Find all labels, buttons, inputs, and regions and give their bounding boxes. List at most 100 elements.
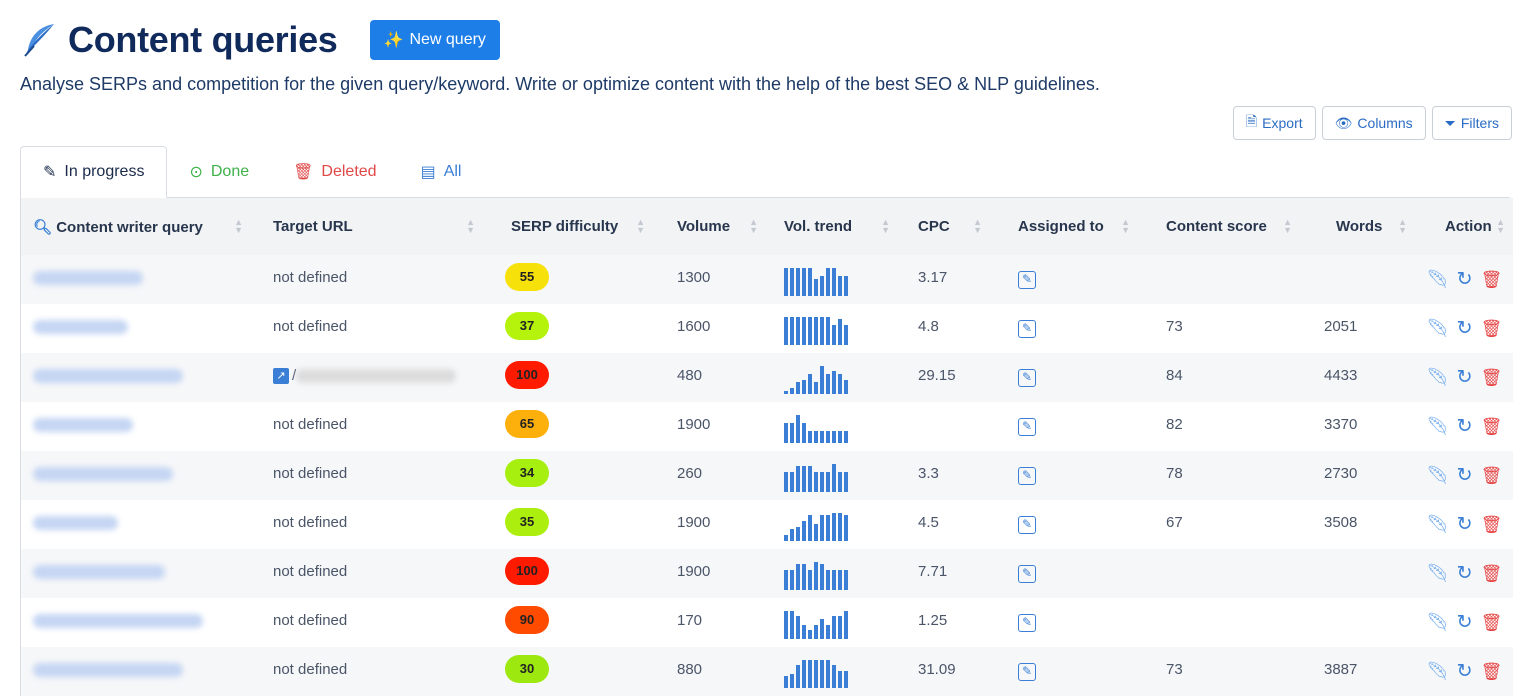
- words-value: 3508: [1324, 514, 1358, 531]
- write-feather-icon[interactable]: 🪶︎: [1426, 563, 1449, 584]
- tab-all[interactable]: ▤ All: [399, 146, 484, 198]
- tab-done[interactable]: ⊙ Done: [167, 146, 271, 198]
- col-header-volume[interactable]: Volume ▲ ▼: [653, 198, 766, 255]
- file-export-icon: 🗎: [1245, 113, 1258, 129]
- cpc-cell: 31.09: [898, 647, 990, 696]
- trend-bar: [832, 569, 836, 590]
- redacted-query[interactable]: [33, 466, 173, 481]
- tab-deleted[interactable]: 🗑 Deleted: [271, 146, 398, 198]
- col-header-action[interactable]: Action ▲ ▼: [1415, 198, 1513, 255]
- redacted-query[interactable]: [33, 368, 183, 383]
- delete-icon[interactable]: 🗑: [1481, 515, 1503, 535]
- query-cell[interactable]: [21, 500, 251, 549]
- query-cell[interactable]: [21, 402, 251, 451]
- write-feather-icon[interactable]: 🪶︎: [1426, 367, 1449, 388]
- write-feather-icon[interactable]: 🪶︎: [1426, 318, 1449, 339]
- query-cell[interactable]: [21, 598, 251, 647]
- content-score-cell: [1138, 549, 1300, 598]
- query-cell[interactable]: [21, 647, 251, 696]
- export-button[interactable]: 🗎 Export: [1232, 106, 1316, 140]
- funnel-icon: ⏷: [1444, 114, 1456, 131]
- delete-icon[interactable]: 🗑: [1481, 417, 1503, 437]
- delete-icon[interactable]: 🗑: [1481, 368, 1503, 388]
- redacted-query[interactable]: [33, 613, 203, 628]
- col-header-query[interactable]: 🔍︎ Content writer query ▲ ▼: [21, 198, 251, 255]
- delete-icon[interactable]: 🗑: [1481, 270, 1503, 290]
- trend-bar: [838, 275, 842, 296]
- edit-assignee-icon[interactable]: ✎: [1018, 663, 1036, 681]
- edit-assignee-icon[interactable]: ✎: [1018, 369, 1036, 387]
- trend-bar: [808, 466, 812, 492]
- refresh-icon[interactable]: ↻: [1457, 366, 1473, 389]
- col-header-content-score[interactable]: Content score ▲ ▼: [1138, 198, 1300, 255]
- content-score-cell: [1138, 255, 1300, 304]
- trend-bar: [784, 534, 788, 541]
- edit-assignee-icon[interactable]: ✎: [1018, 565, 1036, 583]
- edit-assignee-icon[interactable]: ✎: [1018, 467, 1036, 485]
- refresh-icon[interactable]: ↻: [1457, 562, 1473, 585]
- refresh-icon[interactable]: ↻: [1457, 317, 1473, 340]
- filters-button[interactable]: ⏷ Filters: [1431, 106, 1512, 140]
- trend-bar: [832, 371, 836, 394]
- query-cell[interactable]: [21, 304, 251, 353]
- redacted-query[interactable]: [33, 319, 128, 334]
- edit-assignee-icon[interactable]: ✎: [1018, 320, 1036, 338]
- write-feather-icon[interactable]: 🪶︎: [1426, 269, 1449, 290]
- col-header-target-url[interactable]: Target URL ▲ ▼: [251, 198, 483, 255]
- refresh-icon[interactable]: ↻: [1457, 513, 1473, 536]
- refresh-icon[interactable]: ↻: [1457, 464, 1473, 487]
- col-header-assigned-to[interactable]: Assigned to ▲ ▼: [990, 198, 1138, 255]
- refresh-icon[interactable]: ↻: [1457, 415, 1473, 438]
- trend-bar: [802, 316, 806, 345]
- target-url: not defined: [273, 465, 348, 482]
- trend-bar: [814, 523, 818, 541]
- write-feather-icon[interactable]: 🪶︎: [1426, 612, 1449, 633]
- col-label: Action: [1445, 218, 1492, 235]
- query-cell[interactable]: [21, 451, 251, 500]
- trend-bar: [802, 564, 806, 590]
- assigned-to-cell: ✎: [990, 500, 1138, 549]
- redacted-query[interactable]: [33, 662, 183, 677]
- refresh-icon[interactable]: ↻: [1457, 611, 1473, 634]
- query-cell[interactable]: [21, 255, 251, 304]
- write-feather-icon[interactable]: 🪶︎: [1426, 514, 1449, 535]
- serp-difficulty-cell: 37: [483, 304, 653, 353]
- columns-button[interactable]: 👁 Columns: [1321, 106, 1426, 140]
- col-header-serp-difficulty[interactable]: SERP difficulty ▲ ▼: [483, 198, 653, 255]
- status-tabs: ✎ In progress ⊙ Done 🗑 Deleted ▤ All: [20, 146, 483, 198]
- delete-icon[interactable]: 🗑: [1481, 662, 1503, 682]
- edit-assignee-icon[interactable]: ✎: [1018, 516, 1036, 534]
- edit-assignee-icon[interactable]: ✎: [1018, 614, 1036, 632]
- tab-in-progress[interactable]: ✎ In progress: [20, 146, 168, 198]
- delete-icon[interactable]: 🗑: [1481, 613, 1503, 633]
- write-feather-icon[interactable]: 🪶︎: [1426, 416, 1449, 437]
- words-value: 2730: [1324, 465, 1358, 482]
- external-link-icon[interactable]: ↗: [273, 368, 289, 385]
- col-header-words[interactable]: Words ▲ ▼: [1300, 198, 1415, 255]
- edit-assignee-icon[interactable]: ✎: [1018, 418, 1036, 436]
- refresh-icon[interactable]: ↻: [1457, 268, 1473, 291]
- redacted-query[interactable]: [33, 270, 143, 285]
- query-cell[interactable]: [21, 353, 251, 402]
- list-icon: ▤: [420, 164, 436, 181]
- redacted-query[interactable]: [33, 564, 165, 579]
- delete-icon[interactable]: 🗑: [1481, 319, 1503, 339]
- page-subtitle: Analyse SERPs and competition for the gi…: [20, 74, 1100, 94]
- delete-icon[interactable]: 🗑: [1481, 466, 1503, 486]
- delete-icon[interactable]: 🗑: [1481, 564, 1503, 584]
- new-query-button[interactable]: ✨ New query: [369, 20, 500, 60]
- volume-trend-chart: [784, 509, 886, 541]
- target-url-cell: not defined: [251, 255, 483, 304]
- refresh-icon[interactable]: ↻: [1457, 660, 1473, 683]
- edit-assignee-icon[interactable]: ✎: [1018, 271, 1036, 289]
- trend-bar: [814, 471, 818, 492]
- col-header-cpc[interactable]: CPC ▲ ▼: [898, 198, 990, 255]
- col-header-vol-trend[interactable]: Vol. trend ▲ ▼: [766, 198, 898, 255]
- write-feather-icon[interactable]: 🪶︎: [1426, 465, 1449, 486]
- redacted-query[interactable]: [33, 515, 118, 530]
- query-cell[interactable]: [21, 549, 251, 598]
- write-feather-icon[interactable]: 🪶︎: [1426, 661, 1449, 682]
- redacted-query[interactable]: [33, 417, 133, 432]
- content-score-cell: 73: [1138, 647, 1300, 696]
- trend-bar: [790, 529, 794, 541]
